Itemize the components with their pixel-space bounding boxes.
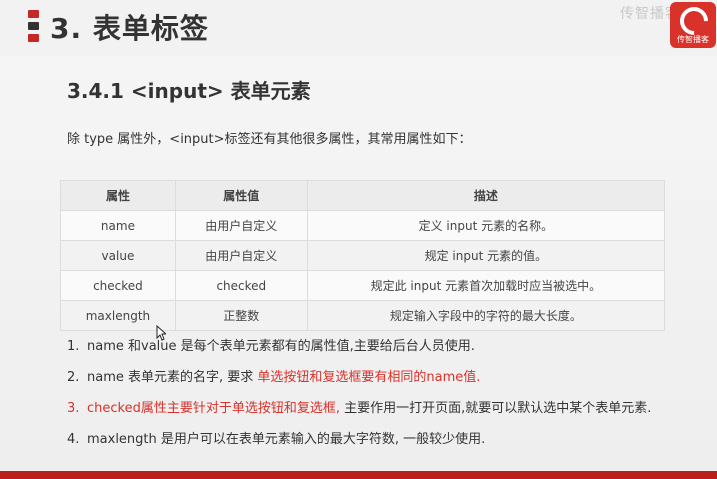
list-number: 2. — [67, 370, 80, 385]
note-highlight: checked属性主要针对于单选按钮和复选框, — [87, 401, 340, 416]
list-item: 4. maxlength 是用户可以在表单元素输入的最大字符数, 一般较少使用. — [67, 431, 707, 462]
section-marker-icon — [28, 10, 39, 42]
list-number: 1. — [67, 339, 80, 354]
note-highlight: 单选按钮和复选框要有相同的name值. — [257, 370, 481, 385]
attributes-table: 属性 属性值 描述 name 由用户自定义 定义 input 元素的名称。 va… — [60, 180, 666, 331]
column-header: 属性值 — [174, 180, 308, 211]
note-text: maxlength 是用户可以在表单元素输入的最大字符数, 一般较少使用. — [87, 432, 486, 447]
table-cell: value — [60, 240, 176, 271]
intro-text: 除 type 属性外，<input>标签还有其他很多属性，其常用属性如下： — [67, 132, 472, 147]
table-cell: checked — [174, 270, 308, 301]
table-cell: checked — [60, 270, 176, 301]
table-row: value 由用户自定义 规定 input 元素的值。 — [60, 240, 666, 271]
table-cell: 由用户自定义 — [174, 210, 308, 241]
table-row: checked checked 规定此 input 元素首次加载时应当被选中。 — [60, 270, 666, 301]
bottom-accent-band — [0, 471, 717, 479]
list-item: 3. checked属性主要针对于单选按钮和复选框, 主要作用一打开页面,就要可以… — [67, 400, 707, 431]
table-header-row: 属性 属性值 描述 — [60, 180, 666, 211]
list-number: 3. — [67, 401, 80, 416]
column-header: 描述 — [306, 180, 666, 211]
note-text: 主要作用一打开页面,就要可以默认选中某个表单元素. — [339, 401, 652, 416]
list-item: 1. name 和value 是每个表单元素都有的属性值,主要给后台人员使用. — [67, 338, 707, 369]
slide: 3. 表单标签 传智播客 传智播客 3.4.1 <input> 表单元素 除 t… — [0, 0, 717, 479]
list-item: 2. name 表单元素的名字, 要求 单选按钮和复选框要有相同的name值. — [67, 369, 707, 400]
table-cell: 规定输入字段中的字符的最大长度。 — [306, 300, 666, 331]
section-title: 3. 表单标签 — [50, 12, 209, 45]
list-number: 4. — [67, 432, 80, 447]
table-cell: 正整数 — [174, 300, 308, 331]
note-text: name 和value 是每个表单元素都有的属性值,主要给后台人员使用. — [87, 339, 475, 354]
table-cell: 由用户自定义 — [174, 240, 308, 271]
notes-list: 1. name 和value 是每个表单元素都有的属性值,主要给后台人员使用. 2… — [67, 338, 707, 462]
table-cell: name — [60, 210, 176, 241]
logo-text: 传智播客 — [677, 35, 709, 44]
table-cell: 规定 input 元素的值。 — [306, 240, 666, 271]
table-cell: 规定此 input 元素首次加载时应当被选中。 — [306, 270, 666, 301]
sub-title: 3.4.1 <input> 表单元素 — [67, 79, 311, 103]
brand-logo: 传智播客 — [670, 1, 716, 48]
note-text: name 表单元素的名字, 要求 — [87, 370, 258, 385]
table-cell: 定义 input 元素的名称。 — [306, 210, 666, 241]
table-row: maxlength 正整数 规定输入字段中的字符的最大长度。 — [60, 300, 666, 331]
table-row: name 由用户自定义 定义 input 元素的名称。 — [60, 210, 666, 241]
column-header: 属性 — [60, 180, 176, 211]
